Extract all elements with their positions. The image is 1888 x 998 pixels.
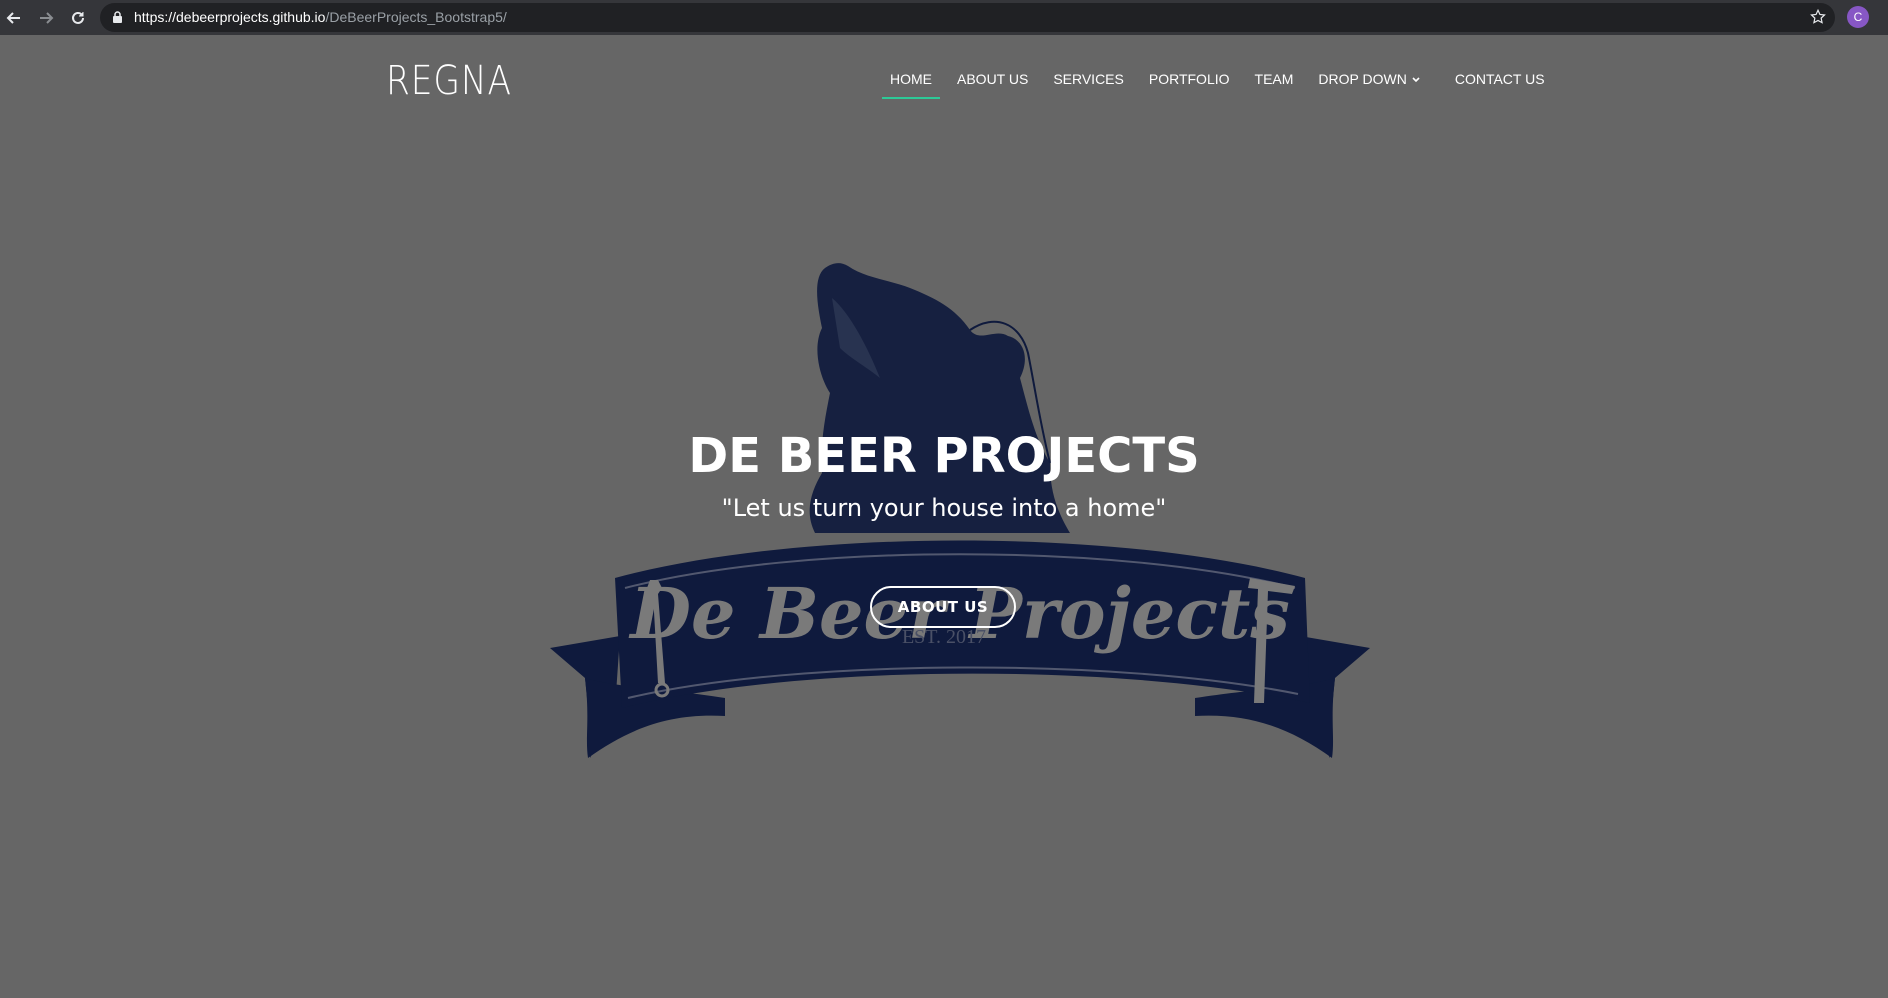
nav-services[interactable]: SERVICES: [1045, 63, 1132, 99]
nav-portfolio-label: PORTFOLIO: [1148, 71, 1230, 87]
nav-team-label: TEAM: [1254, 71, 1294, 87]
nav-home[interactable]: HOME: [882, 63, 940, 99]
browser-toolbar: https://debeerprojects.github.io/DeBeerP…: [0, 0, 1888, 35]
hero-title: DE BEER PROJECTS: [688, 428, 1200, 484]
bear-icon: [809, 263, 1070, 533]
forward-icon[interactable]: [35, 7, 57, 29]
nav-dropdown[interactable]: DROP DOWN: [1310, 63, 1428, 99]
lock-icon: [112, 11, 123, 29]
nav-team[interactable]: TEAM: [1247, 63, 1302, 99]
hero-subtitle: "Let us turn your house into a home": [721, 494, 1167, 522]
bookmark-star-icon[interactable]: [1809, 8, 1827, 31]
profile-avatar[interactable]: C: [1847, 6, 1869, 28]
about-us-button[interactable]: ABOUT US: [870, 586, 1016, 628]
nav-dropdown-label: DROP DOWN: [1318, 71, 1407, 87]
ribbon-banner: De Beer Projects EST. 2017: [550, 540, 1370, 758]
reload-icon[interactable]: [67, 7, 89, 29]
url-text: https://debeerprojects.github.io/DeBeerP…: [134, 9, 507, 25]
nav-contact-label: CONTACT US: [1454, 71, 1545, 87]
main-nav: HOME ABOUT US SERVICES PORTFOLIO TEAM DR…: [882, 63, 1562, 99]
back-icon[interactable]: [3, 7, 25, 29]
nav-about-label: ABOUT US: [957, 71, 1029, 87]
chevron-down-icon: [1411, 71, 1421, 88]
site-logo[interactable]: REGNA: [386, 58, 512, 104]
nav-home-label: HOME: [890, 71, 932, 87]
address-bar[interactable]: https://debeerprojects.github.io/DeBeerP…: [100, 3, 1835, 32]
url-host: https://debeerprojects.github.io: [134, 9, 326, 25]
nav-contact[interactable]: CONTACT US: [1447, 63, 1553, 99]
nav-services-label: SERVICES: [1053, 71, 1124, 87]
nav-about[interactable]: ABOUT US: [949, 63, 1036, 99]
banner-est-text: EST. 2017: [902, 626, 986, 648]
nav-portfolio[interactable]: PORTFOLIO: [1141, 63, 1238, 99]
url-path: /DeBeerProjects_Bootstrap5/: [325, 9, 507, 25]
